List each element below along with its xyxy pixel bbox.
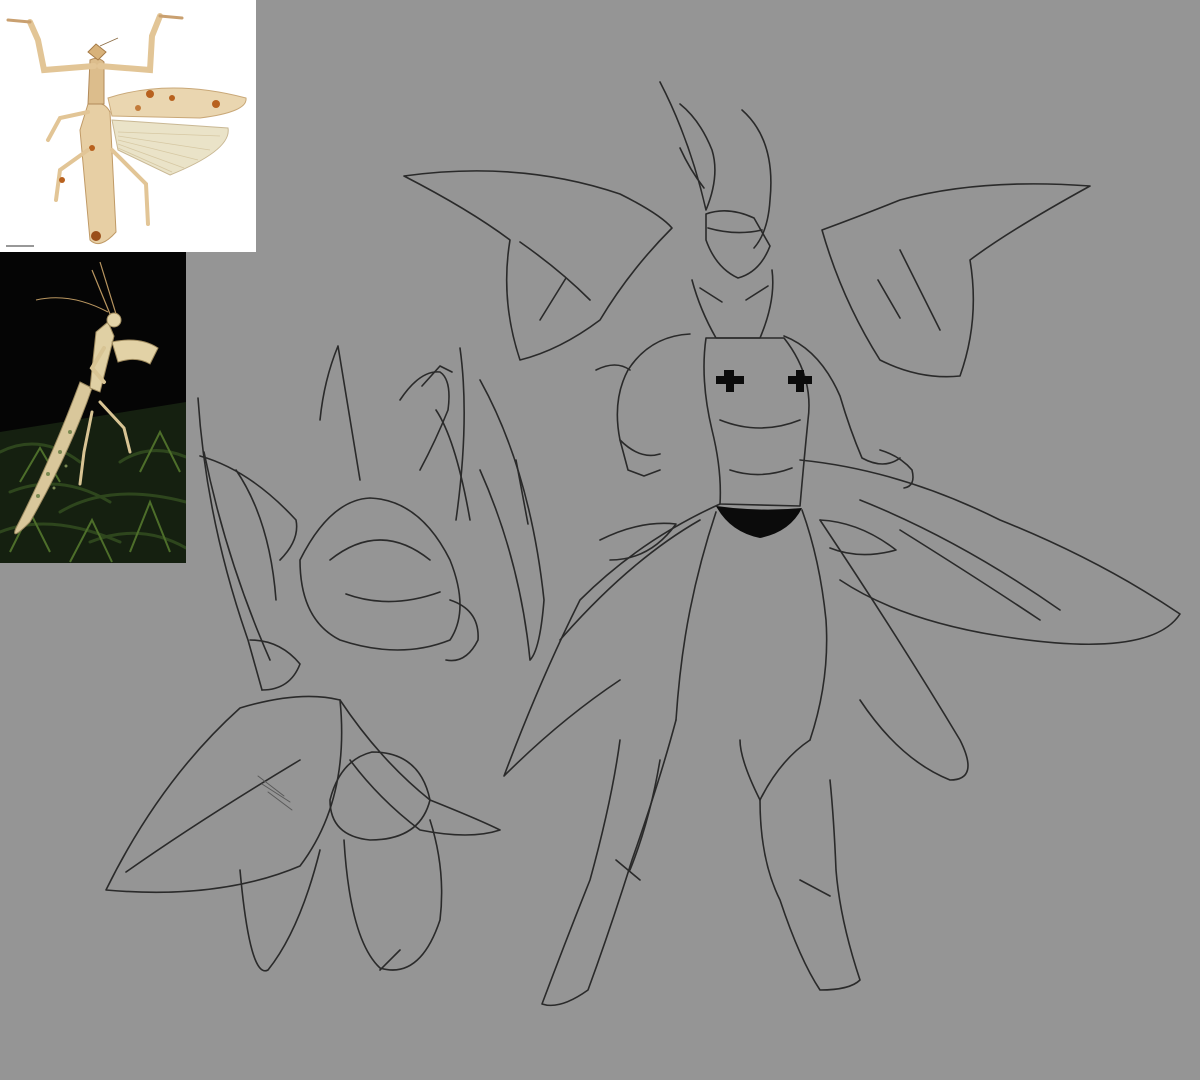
mantis-character-front-view-sketch — [403, 81, 1181, 1007]
briefs — [716, 506, 802, 538]
mantis-character-back-view-sketch — [105, 345, 545, 972]
clothing-accents — [716, 370, 812, 538]
drawing-canvas — [0, 0, 1200, 1080]
left-chest-cross — [716, 370, 744, 392]
mantis-character-sketches — [105, 81, 1181, 1007]
